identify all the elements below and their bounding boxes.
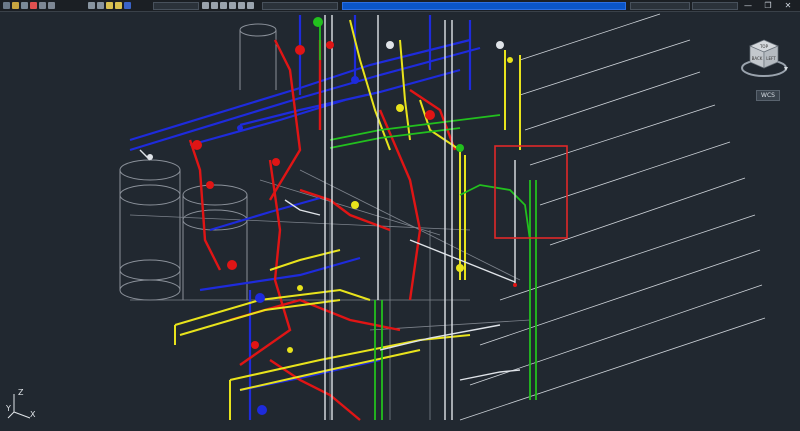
ucs-x-label: X [30,410,36,419]
layer-icon[interactable] [124,2,131,9]
toolbar-icons-2[interactable] [88,1,131,10]
new-icon[interactable] [3,2,10,9]
top-toolbar: — ❐ ✕ [0,0,800,12]
steel-frame [129,169,531,420]
model-drawing [119,13,766,421]
tool-icon[interactable] [220,2,227,9]
save-icon[interactable] [21,2,28,9]
undo-icon[interactable] [39,2,46,9]
tool-icon[interactable] [202,2,209,9]
tool-icon[interactable] [229,2,236,9]
ucs-icon: Z X Y [6,388,38,420]
close-button[interactable]: ✕ [778,0,798,11]
plot-icon[interactable] [30,2,37,9]
redo-icon[interactable] [48,2,55,9]
search-field[interactable] [630,2,690,10]
tool-icon[interactable] [238,2,245,9]
user-field[interactable] [692,2,738,10]
viewcube-icon[interactable]: TOP BACK LEFT [738,30,790,90]
pipes-yellow [174,19,521,420]
tool-icon[interactable] [247,2,254,9]
tool-icon[interactable] [88,2,95,9]
tool-icon[interactable] [97,2,104,9]
sun-icon[interactable] [106,2,113,9]
restore-button[interactable]: ❐ [758,0,778,11]
open-icon[interactable] [12,2,19,9]
toolbar-icons-3[interactable] [202,1,254,10]
ucs-y-label: Y [6,404,11,413]
quick-access-icons[interactable] [3,1,55,10]
viewcube-face-top[interactable]: TOP [759,44,769,49]
ucs-z-label: Z [18,388,24,397]
light-icon[interactable] [115,2,122,9]
property-dropdown[interactable] [262,2,338,10]
pipes-red [188,39,457,421]
wcs-dropdown[interactable]: WCS [756,90,780,101]
tool-icon[interactable] [211,2,218,9]
minimize-button[interactable]: — [738,0,758,11]
model-viewport[interactable] [0,12,800,431]
viewcube-face-back[interactable]: BACK [752,56,763,61]
selection-highlight-box [494,145,568,239]
active-title-strip [342,2,626,10]
viewcube[interactable]: TOP BACK LEFT [738,30,790,90]
layer-dropdown[interactable] [153,2,199,10]
viewcube-face-left[interactable]: LEFT [766,56,776,61]
